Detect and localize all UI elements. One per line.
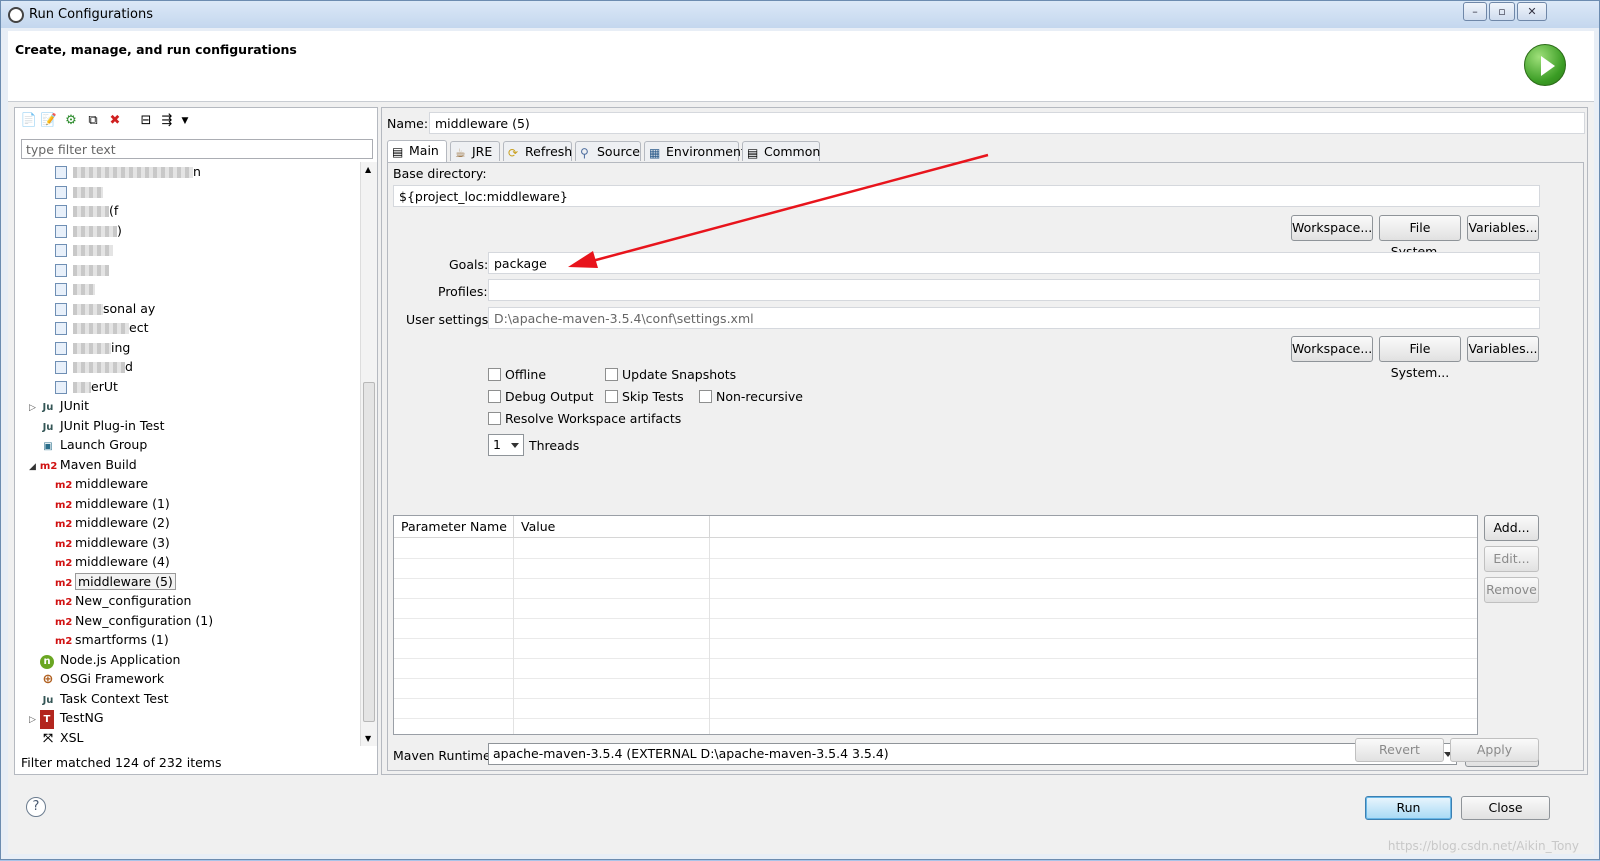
annotation-arrow <box>568 153 989 268</box>
run-configurations-window: Run Configurations – ▫ ✕ Create, manage,… <box>0 0 1600 860</box>
watermark: https://blog.csdn.net/Aikin_Tony <box>1387 839 1579 853</box>
